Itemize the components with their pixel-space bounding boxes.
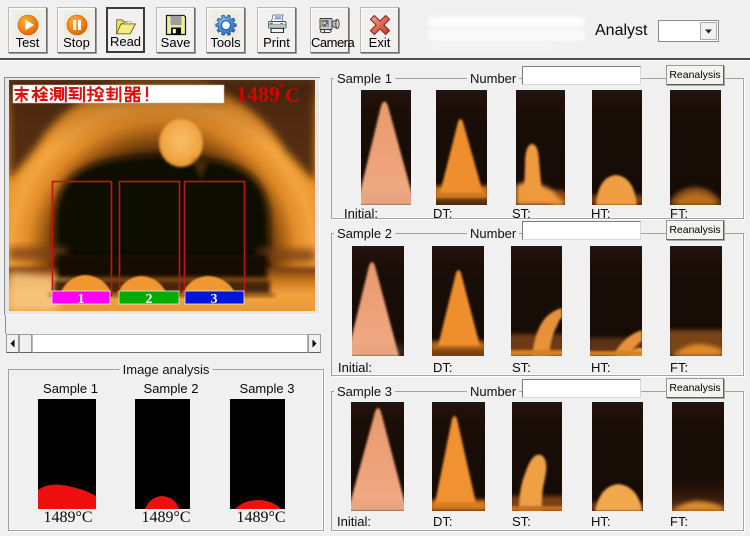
svg-text:°: ° — [279, 80, 284, 95]
svg-text:C: C — [285, 85, 299, 107]
svg-text:1489: 1489 — [236, 82, 280, 107]
svg-text:2: 2 — [146, 292, 153, 307]
svg-text:3: 3 — [211, 292, 218, 307]
svg-text:1: 1 — [78, 292, 85, 307]
